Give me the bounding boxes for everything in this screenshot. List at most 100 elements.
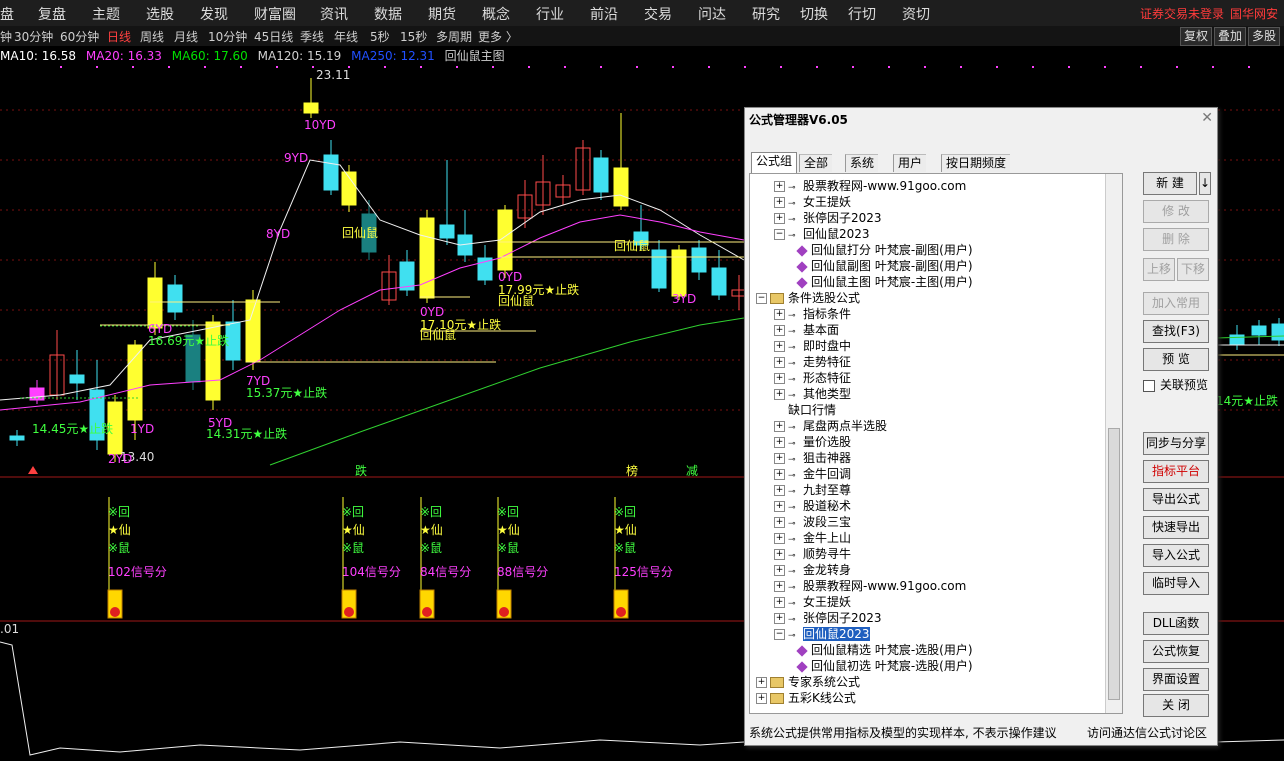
- tab-formula-group[interactable]: 公式组: [751, 152, 798, 173]
- period-60min[interactable]: 60分钟: [60, 28, 99, 45]
- tree-folder[interactable]: − 条件选股公式: [756, 290, 860, 306]
- menu-item-discover[interactable]: 发现: [200, 4, 228, 24]
- expand-icon[interactable]: +: [774, 437, 785, 448]
- tree-group[interactable]: 缺口行情: [774, 402, 836, 418]
- expand-icon[interactable]: +: [774, 373, 785, 384]
- period-weekly[interactable]: 周线: [140, 28, 164, 45]
- tab-system[interactable]: 系统: [845, 154, 879, 172]
- expand-icon[interactable]: +: [774, 357, 785, 368]
- expand-icon[interactable]: +: [774, 549, 785, 560]
- tree-folder[interactable]: + 五彩K线公式: [756, 690, 856, 706]
- menu-item-pan[interactable]: 盘: [0, 4, 14, 24]
- menu-item-row-switch[interactable]: 行切: [848, 4, 876, 24]
- expand-icon[interactable]: +: [756, 677, 767, 688]
- menu-item-replay[interactable]: 复盘: [38, 4, 66, 24]
- tree-formula[interactable]: 回仙鼠精选 叶梵宸-选股(用户): [796, 642, 973, 658]
- menu-item-wenda[interactable]: 问达: [698, 4, 726, 24]
- expand-icon[interactable]: +: [774, 469, 785, 480]
- expand-icon[interactable]: +: [774, 197, 785, 208]
- expand-icon[interactable]: +: [774, 565, 785, 576]
- dialog-button[interactable]: 加入常用: [1143, 292, 1209, 315]
- tree-group[interactable]: + ⊸ 尾盘两点半选股: [774, 418, 887, 434]
- new-dropdown-icon[interactable]: ↓: [1199, 172, 1211, 195]
- expand-icon[interactable]: +: [774, 341, 785, 352]
- expand-icon[interactable]: +: [774, 421, 785, 432]
- expand-icon[interactable]: +: [774, 309, 785, 320]
- dialog-button[interactable]: 导入公式: [1143, 544, 1209, 567]
- dialog-button[interactable]: DLL函数: [1143, 612, 1209, 635]
- dialog-button[interactable]: 指标平台: [1143, 460, 1209, 483]
- period-quarter[interactable]: 季线: [300, 28, 324, 45]
- period-5sec[interactable]: 5秒: [370, 28, 390, 45]
- tree-group[interactable]: + ⊸ 金牛回调: [774, 466, 851, 482]
- tree-folder[interactable]: + 专家系统公式: [756, 674, 860, 690]
- collapse-icon[interactable]: −: [756, 293, 767, 304]
- tree-group[interactable]: + ⊸ 金牛上山: [774, 530, 851, 546]
- expand-icon[interactable]: +: [774, 453, 785, 464]
- tree-group[interactable]: + ⊸ 股票教程网-www.91goo.com: [774, 578, 966, 594]
- menu-item-fund-switch[interactable]: 资切: [902, 4, 930, 24]
- tree-scrollbar[interactable]: [1105, 174, 1122, 713]
- menu-item-news[interactable]: 资讯: [320, 4, 348, 24]
- menu-item-data[interactable]: 数据: [374, 4, 402, 24]
- menu-item-theme[interactable]: 主题: [92, 4, 120, 24]
- menu-item-switch[interactable]: 切换: [800, 4, 828, 24]
- period-daily[interactable]: 日线: [107, 28, 131, 45]
- period-multi[interactable]: 多周期: [436, 28, 472, 45]
- menu-item-trade[interactable]: 交易: [644, 4, 672, 24]
- menu-item-concept[interactable]: 概念: [482, 4, 510, 24]
- login-status[interactable]: 证券交易未登录: [1140, 5, 1224, 22]
- expand-icon[interactable]: +: [774, 213, 785, 224]
- tree-formula[interactable]: 回仙鼠初选 叶梵宸-选股(用户): [796, 658, 973, 674]
- expand-icon[interactable]: +: [774, 517, 785, 528]
- dialog-button[interactable]: 同步与分享: [1143, 432, 1209, 455]
- menu-item-frontier[interactable]: 前沿: [590, 4, 618, 24]
- dialog-button[interactable]: 关 闭: [1143, 694, 1209, 717]
- menu-item-research[interactable]: 研究: [752, 4, 780, 24]
- tree-group[interactable]: + ⊸ 形态特征: [774, 370, 851, 386]
- dialog-button[interactable]: 快速导出: [1143, 516, 1209, 539]
- dialog-button[interactable]: 新 建: [1143, 172, 1197, 195]
- formula-tree[interactable]: + ⊸ 股票教程网-www.91goo.com + ⊸ 女王提妖 + ⊸ 张停因子2023− ⊸ 回…: [749, 173, 1123, 714]
- menu-item-wealth[interactable]: 财富圈: [254, 4, 296, 24]
- expand-icon[interactable]: +: [774, 325, 785, 336]
- tree-formula[interactable]: 回仙鼠主图 叶梵宸-主图(用户): [796, 274, 973, 290]
- dialog-button[interactable]: 界面设置: [1143, 668, 1209, 691]
- expand-icon[interactable]: +: [774, 389, 785, 400]
- expand-icon[interactable]: +: [774, 597, 785, 608]
- tree-group[interactable]: + ⊸ 即时盘中: [774, 338, 851, 354]
- expand-icon[interactable]: +: [774, 181, 785, 192]
- dialog-button[interactable]: 临时导入: [1143, 572, 1209, 595]
- collapse-icon[interactable]: −: [774, 229, 785, 240]
- checkbox-icon[interactable]: [1143, 379, 1155, 392]
- collapse-icon[interactable]: −: [774, 629, 785, 640]
- dialog-button[interactable]: 公式恢复: [1143, 640, 1209, 663]
- period-30min[interactable]: 30分钟: [14, 28, 53, 45]
- tree-group[interactable]: + ⊸ 顺势寻牛: [774, 546, 851, 562]
- period-more[interactable]: 更多 〉: [478, 28, 518, 45]
- tree-group[interactable]: + ⊸ 股票教程网-www.91goo.com: [774, 178, 966, 194]
- tree-formula[interactable]: 回仙鼠打分 叶梵宸-副图(用户): [796, 242, 973, 258]
- expand-icon[interactable]: +: [774, 613, 785, 624]
- expand-icon[interactable]: +: [756, 693, 767, 704]
- menu-item-industry[interactable]: 行业: [536, 4, 564, 24]
- tree-group[interactable]: + ⊸ 波段三宝: [774, 514, 851, 530]
- expand-icon[interactable]: +: [774, 581, 785, 592]
- tree-group[interactable]: − ⊸ 回仙鼠2023: [774, 626, 870, 642]
- menu-item-stock-select[interactable]: 选股: [146, 4, 174, 24]
- tree-formula[interactable]: 回仙鼠副图 叶梵宸-副图(用户): [796, 258, 973, 274]
- period-45day[interactable]: 45日线: [254, 28, 293, 45]
- tab-all[interactable]: 全部: [799, 154, 833, 172]
- dialog-button[interactable]: 查找(F3): [1143, 320, 1209, 343]
- tree-group[interactable]: + ⊸ 九封至尊: [774, 482, 851, 498]
- period-min[interactable]: 钟: [0, 28, 12, 45]
- overlay-button[interactable]: 叠加: [1214, 27, 1247, 46]
- period-15sec[interactable]: 15秒: [400, 28, 427, 45]
- expand-icon[interactable]: +: [774, 485, 785, 496]
- tree-group[interactable]: + ⊸ 狙击神器: [774, 450, 851, 466]
- menu-item-futures[interactable]: 期货: [428, 4, 456, 24]
- tree-group[interactable]: + ⊸ 其他类型: [774, 386, 851, 402]
- tree-group[interactable]: + ⊸ 基本面: [774, 322, 839, 338]
- period-monthly[interactable]: 月线: [174, 28, 198, 45]
- dialog-button[interactable]: 修 改: [1143, 200, 1209, 223]
